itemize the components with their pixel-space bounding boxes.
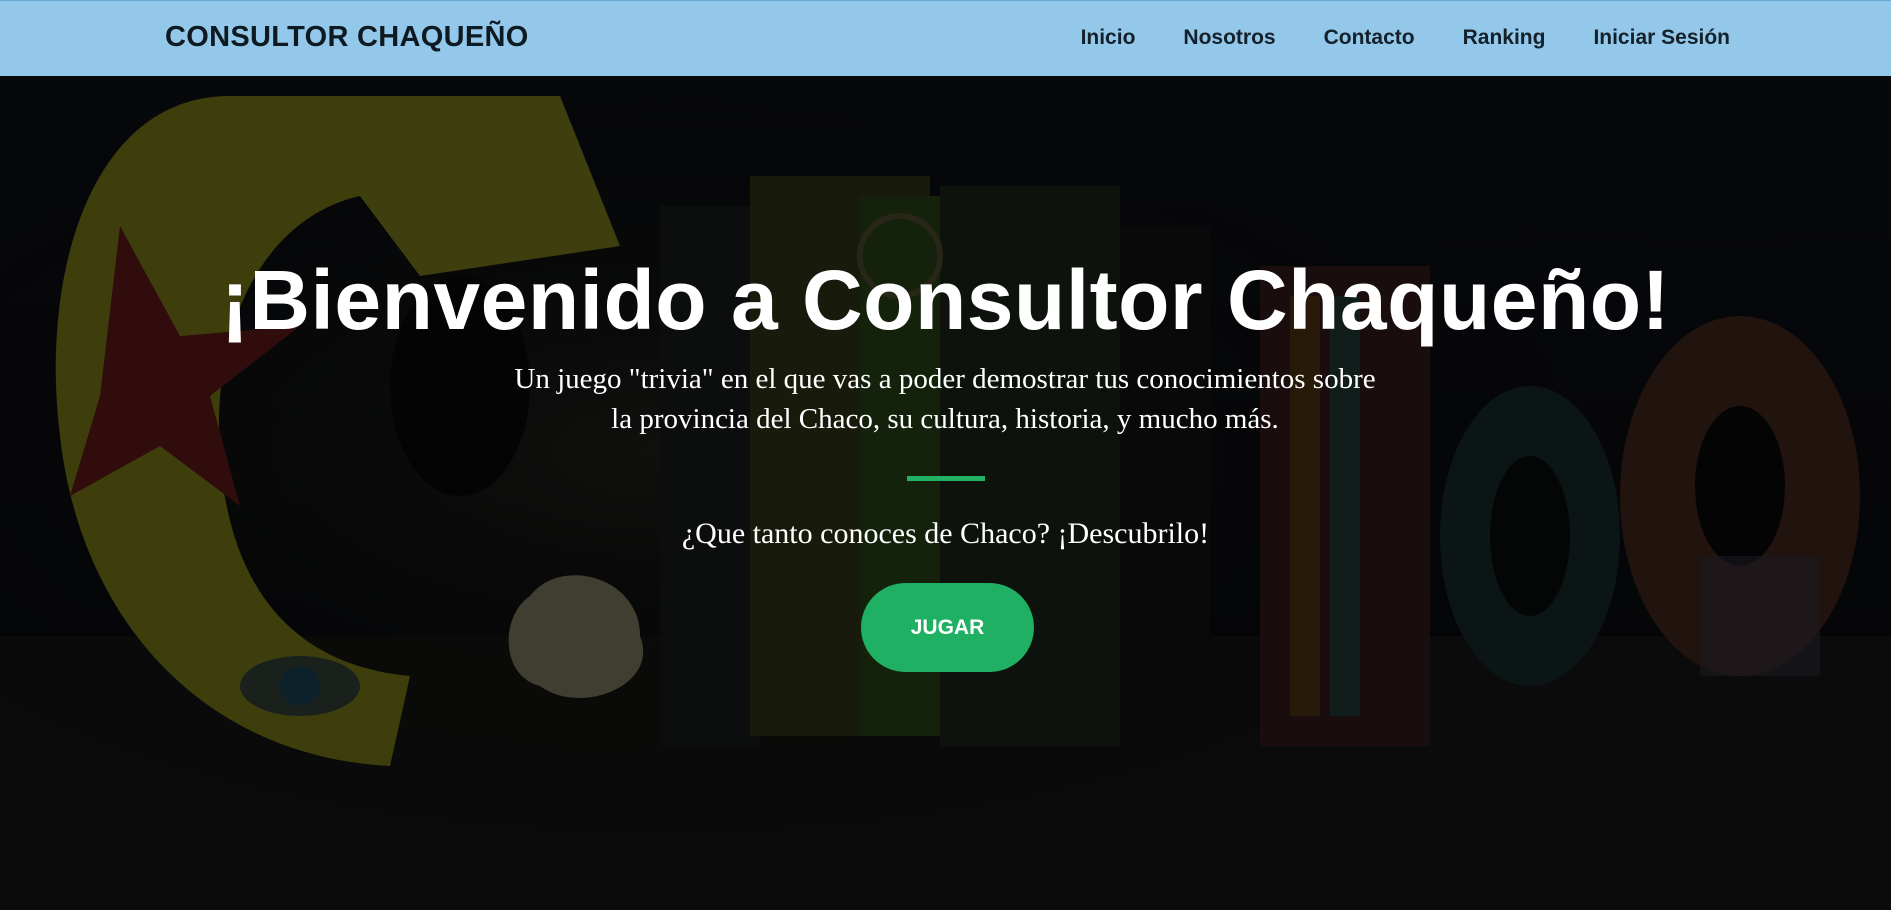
brand-logo[interactable]: CONSULTOR CHAQUEÑO	[165, 21, 529, 54]
hero-subtitle-line-1: Un juego "trivia" en el que vas a poder …	[514, 363, 1376, 395]
navbar: CONSULTOR CHAQUEÑO Inicio Nosotros Conta…	[0, 0, 1891, 76]
nav-links: Inicio Nosotros Contacto Ranking Iniciar…	[1033, 26, 1730, 50]
nav-link-contacto[interactable]: Contacto	[1324, 26, 1415, 50]
hero-title: ¡Bienvenido a Consultor Chaqueño!	[220, 253, 1671, 347]
nav-link-iniciar-sesion[interactable]: Iniciar Sesión	[1593, 26, 1730, 50]
hero-subtitle-line-2: la provincia del Chaco, su cultura, hist…	[611, 403, 1279, 435]
hero-divider	[907, 476, 985, 481]
play-button[interactable]: JUGAR	[861, 583, 1034, 672]
hero-question: ¿Que tanto conoces de Chaco? ¡Descubrilo…	[681, 517, 1210, 550]
hero-section	[0, 76, 1891, 910]
nav-link-ranking[interactable]: Ranking	[1463, 26, 1546, 50]
hero-subtitle: Un juego "trivia" en el que vas a poder …	[395, 359, 1495, 439]
hero-dark-overlay	[0, 76, 1891, 910]
nav-link-nosotros[interactable]: Nosotros	[1183, 26, 1275, 50]
nav-link-inicio[interactable]: Inicio	[1081, 26, 1136, 50]
